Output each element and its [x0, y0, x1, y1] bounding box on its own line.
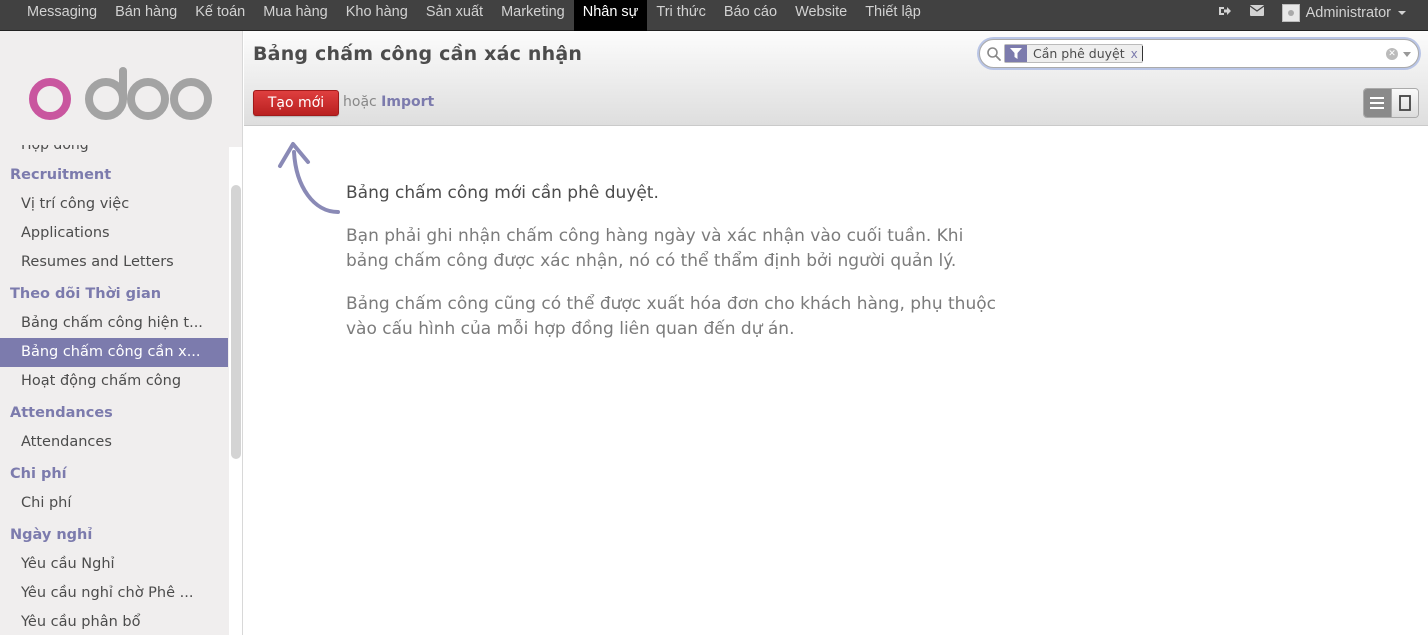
- create-button[interactable]: Tạo mới: [253, 90, 339, 116]
- menu-accounting[interactable]: Kế toán: [186, 0, 254, 25]
- page-title: Bảng chấm công cần xác nhận: [253, 43, 583, 65]
- menu-human-resources[interactable]: Nhân sự: [573, 0, 648, 31]
- main-content: Bảng chấm công mới cần phê duyệt. Bạn ph…: [244, 126, 1428, 635]
- sidebar-item-timesheet-activities[interactable]: Hoạt động chấm công: [0, 367, 228, 396]
- menu-marketing[interactable]: Marketing: [492, 0, 574, 25]
- help-title: Bảng chấm công mới cần phê duyệt.: [346, 183, 659, 203]
- sidebar-section-timesheets: Theo dõi Thời gian: [10, 286, 162, 302]
- filter-icon: [1005, 45, 1027, 62]
- sidebar-nav: Hợp đồng Recruitment Vị trí công việc Ap…: [0, 145, 228, 635]
- help-arrow: [278, 142, 340, 214]
- logout-icon[interactable]: [1218, 5, 1232, 21]
- sidebar-section-expenses: Chi phí: [10, 466, 67, 482]
- sidebar-scrollbar[interactable]: [231, 185, 241, 459]
- odoo-logo: [29, 67, 212, 120]
- control-panel: Bảng chấm công cần xác nhận Cần phê duyệ…: [244, 31, 1428, 126]
- facet-label: Cần phê duyệt: [1033, 46, 1125, 61]
- or-import: hoặc Import: [343, 94, 434, 110]
- sidebar-item-timesheets-to-validate[interactable]: Bảng chấm công cần x...: [0, 338, 228, 367]
- user-menu[interactable]: Administrator: [1306, 5, 1406, 21]
- sidebar-section-leaves: Ngày nghỉ: [10, 527, 93, 543]
- top-navbar: Messaging Bán hàng Kế toán Mua hàng Kho …: [0, 0, 1428, 31]
- sidebar-item-leave-requests[interactable]: Yêu cầu Nghỉ: [0, 550, 228, 579]
- list-view-icon: [1370, 97, 1385, 109]
- sidebar-item-attendances[interactable]: Attendances: [0, 428, 228, 457]
- sidebar: Hợp đồng Recruitment Vị trí công việc Ap…: [0, 31, 243, 635]
- menu-sales[interactable]: Bán hàng: [106, 0, 186, 25]
- search-facet[interactable]: Cần phê duyệt x: [1004, 44, 1143, 63]
- sidebar-item-resumes[interactable]: Resumes and Letters: [0, 248, 228, 277]
- search-options-chevron-icon[interactable]: [1403, 52, 1411, 57]
- menu-knowledge[interactable]: Tri thức: [647, 0, 714, 25]
- menu-warehouse[interactable]: Kho hàng: [337, 0, 417, 25]
- user-name: Administrator: [1305, 4, 1391, 21]
- form-view-icon: [1399, 95, 1411, 111]
- menu-settings[interactable]: Thiết lập: [856, 0, 930, 25]
- menu-purchase[interactable]: Mua hàng: [254, 0, 337, 25]
- sidebar-section-attendances: Attendances: [10, 405, 113, 421]
- avatar[interactable]: [1281, 3, 1300, 22]
- sidebar-item-expenses[interactable]: Chi phí: [0, 489, 228, 518]
- sidebar-item-leaves-to-approve[interactable]: Yêu cầu nghỉ chờ Phê ...: [0, 579, 228, 608]
- search-bar[interactable]: Cần phê duyệt x ✕: [979, 39, 1419, 68]
- search-icon: [987, 47, 1001, 61]
- help-paragraph-2: Bảng chấm công cũng có thể được xuất hóa…: [346, 294, 996, 339]
- menu-reporting[interactable]: Báo cáo: [715, 0, 786, 25]
- sidebar-item-applications[interactable]: Applications: [0, 219, 228, 248]
- menu-messaging[interactable]: Messaging: [18, 0, 106, 25]
- chevron-down-icon: [1398, 10, 1406, 15]
- sidebar-section-recruitment: Recruitment: [10, 167, 112, 183]
- import-link[interactable]: Import: [381, 94, 434, 110]
- menu-website[interactable]: Website: [786, 0, 856, 25]
- sidebar-item-contracts[interactable]: Hợp đồng: [0, 145, 228, 161]
- sidebar-item-allocation-requests[interactable]: Yêu cầu phân bổ: [0, 608, 228, 635]
- main-menu: Messaging Bán hàng Kế toán Mua hàng Kho …: [18, 0, 930, 31]
- search-input[interactable]: [1140, 44, 1370, 63]
- user-area: Administrator: [1218, 0, 1406, 25]
- sidebar-item-job-positions[interactable]: Vị trí công việc: [0, 190, 228, 219]
- list-view-button[interactable]: [1364, 89, 1391, 117]
- facet-remove-icon[interactable]: x: [1131, 47, 1138, 61]
- form-view-button[interactable]: [1390, 89, 1418, 117]
- view-switcher: [1363, 88, 1419, 118]
- mail-icon[interactable]: [1249, 5, 1264, 20]
- menu-manufacturing[interactable]: Sản xuất: [417, 0, 492, 25]
- or-label: hoặc: [343, 94, 377, 110]
- clear-icon[interactable]: ✕: [1386, 48, 1398, 60]
- sidebar-item-current-timesheet[interactable]: Bảng chấm công hiện t...: [0, 309, 228, 338]
- help-paragraph-1: Bạn phải ghi nhận chấm công hàng ngày và…: [346, 226, 964, 271]
